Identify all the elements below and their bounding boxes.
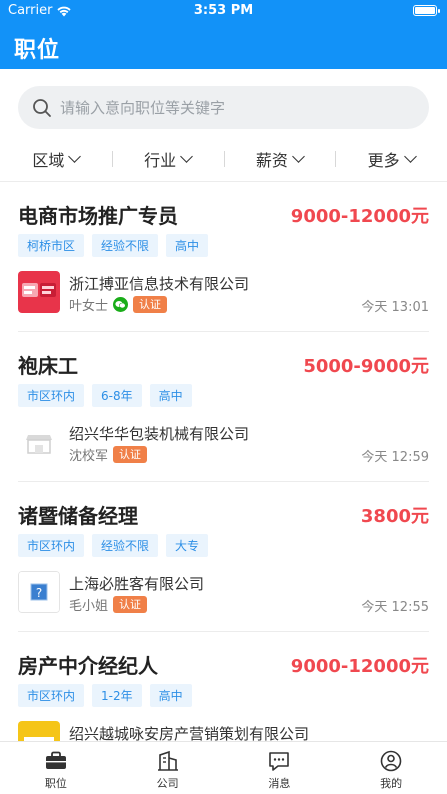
job-title: 诸暨储备经理: [18, 504, 138, 528]
tab-companies[interactable]: 公司: [112, 742, 224, 794]
posted-time: 今天 12:55: [361, 600, 429, 615]
tab-jobs[interactable]: 职位: [0, 742, 112, 794]
filter-label: 行业: [144, 151, 177, 170]
job-salary: 9000-12000元: [290, 206, 429, 227]
job-tag: 市区环内: [18, 684, 85, 707]
job-tag: 大专: [166, 534, 209, 557]
contact-row: 毛小姐 认证: [69, 595, 148, 614]
page-title: 职位: [14, 38, 61, 63]
filter-industry[interactable]: 行业: [111, 140, 224, 178]
profile-icon: [380, 750, 402, 772]
tab-messages[interactable]: 消息: [224, 742, 336, 794]
job-tag: 经验不限: [92, 534, 159, 557]
search-input[interactable]: [60, 98, 400, 117]
job-tag: 6-8年: [92, 384, 142, 407]
status-time: 3:53 PM: [193, 3, 254, 18]
question-mark-icon: ?: [18, 571, 60, 613]
contact-name: 叶女士: [69, 299, 109, 314]
chevron-down-icon: [68, 150, 82, 163]
job-tag: 高中: [149, 684, 192, 707]
job-tag: 1-2年: [92, 684, 142, 707]
briefcase-icon: [45, 751, 66, 769]
tab-profile[interactable]: 我的: [335, 742, 447, 794]
job-title: 袍床工: [18, 354, 78, 378]
posted-time: 今天 13:01: [361, 300, 429, 315]
chevron-down-icon: [292, 150, 305, 163]
job-tag: 经验不限: [92, 234, 159, 257]
svg-text:?: ?: [36, 586, 42, 600]
building-icon: [157, 750, 178, 771]
job-tag: 市区环内: [18, 534, 85, 557]
yellow-brand-logo-icon: [18, 721, 60, 741]
verified-badge: 认证: [133, 296, 168, 313]
job-tag: 高中: [166, 234, 209, 257]
tab-label: 职位: [44, 777, 67, 790]
contact-name: 沈校军: [69, 449, 109, 464]
posted-time: 今天 12:59: [361, 450, 429, 465]
filter-region[interactable]: 区域: [0, 140, 112, 178]
verified-badge: 认证: [113, 446, 148, 463]
storefront-icon: [18, 421, 60, 463]
filter-label: 区域: [32, 151, 65, 170]
verified-badge: 认证: [113, 596, 148, 613]
wechat-icon: [113, 297, 129, 312]
company-name: 绍兴越城咏安房产营销策划有限公司: [69, 725, 310, 741]
job-title: 房产中介经纪人: [18, 654, 158, 678]
company-name: 绍兴华华包装机械有限公司: [69, 425, 250, 443]
job-tag: 柯桥市区: [18, 234, 85, 257]
job-tag: 市区环内: [18, 384, 85, 407]
red-brand-logo-icon: [18, 271, 60, 313]
job-tags: 柯桥市区 经验不限 高中: [18, 234, 209, 257]
job-salary: 9000-12000元: [290, 656, 429, 677]
search-bar[interactable]: [18, 86, 429, 129]
company-name: 上海必胜客有限公司: [69, 575, 205, 593]
status-bar: Carrier 3:53 PM: [0, 0, 447, 24]
chevron-down-icon: [180, 150, 193, 163]
contact-row: 叶女士 认证: [69, 295, 168, 314]
job-title: 电商市场推广专员: [18, 204, 178, 228]
filter-label: 薪资: [255, 151, 288, 170]
job-salary: 3800元: [360, 506, 429, 527]
job-tags: 市区环内 经验不限 大专: [18, 534, 209, 557]
tab-label: 消息: [268, 777, 291, 790]
job-tags: 市区环内 6-8年 高中: [18, 384, 192, 407]
job-tags: 市区环内 1-2年 高中: [18, 684, 192, 707]
filter-more[interactable]: 更多: [335, 140, 447, 178]
tab-label: 公司: [156, 777, 179, 790]
job-card[interactable]: 袍床工 5000-9000元 市区环内 6-8年 高中 绍兴华华包装机械有限公司…: [0, 332, 447, 482]
tab-bar: 职位 公司 消息 我的: [0, 741, 447, 794]
search-icon: [33, 98, 51, 117]
company-name: 浙江搏亚信息技术有限公司: [69, 275, 250, 293]
filter-bar: 区域 行业 薪资 更多: [0, 140, 447, 178]
tab-label: 我的: [380, 777, 403, 790]
job-card[interactable]: 诸暨储备经理 3800元 市区环内 经验不限 大专 ? 上海必胜客有限公司 毛小…: [0, 482, 447, 632]
app-header: Carrier 3:53 PM 职位: [0, 0, 447, 69]
job-card[interactable]: 电商市场推广专员 9000-12000元 柯桥市区 经验不限 高中 浙江搏亚信息…: [0, 182, 447, 332]
battery-icon: [413, 5, 440, 16]
job-salary: 5000-9000元: [303, 356, 429, 377]
job-card[interactable]: 房产中介经纪人 9000-12000元 市区环内 1-2年 高中 绍兴越城咏安房…: [0, 632, 447, 741]
contact-row: 沈校军 认证: [69, 445, 148, 464]
contact-name: 毛小姐: [69, 599, 109, 614]
message-icon: [269, 752, 290, 771]
job-tag: 高中: [149, 384, 192, 407]
filter-label: 更多: [367, 151, 400, 170]
chevron-down-icon: [403, 150, 417, 163]
filter-salary[interactable]: 薪资: [223, 140, 336, 178]
